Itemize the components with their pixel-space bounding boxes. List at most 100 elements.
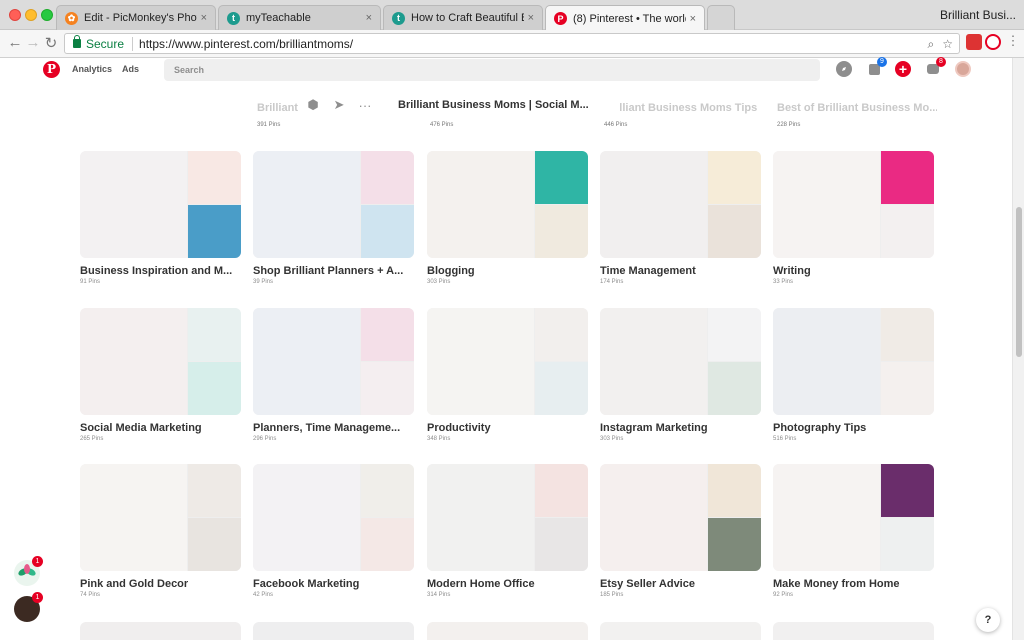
add-pin-button[interactable]: + [895,61,911,77]
tab-label: Edit - PicMonkey's Photo Edito [84,12,197,24]
board-card[interactable]: Writing 33 Pins [773,151,934,285]
board-title[interactable]: Pink and Gold Decor [80,578,240,590]
partial-board-cover[interactable] [600,622,761,640]
board-cover-image [881,464,934,517]
board-title[interactable]: Blogging [427,265,587,277]
board-cover[interactable] [600,308,761,415]
board-card[interactable]: Make Money from Home 92 Pins [773,464,934,598]
partial-board-cover[interactable] [427,622,588,640]
board-cover[interactable] [427,464,588,571]
url-input[interactable]: Secure https://www.pinterest.com/brillia… [64,33,960,54]
board-title[interactable]: Brilliant Business Moms | Social M... [398,99,589,111]
board-card[interactable]: Pink and Gold Decor 74 Pins [80,464,241,598]
close-tab-icon[interactable]: × [201,12,207,24]
board-title[interactable]: Shop Brilliant Planners + A... [253,265,413,277]
board-pin-count: 91 Pins [80,279,101,285]
board-cover[interactable] [427,308,588,415]
board-title[interactable]: Instagram Marketing [600,422,760,434]
close-tab-icon[interactable]: × [528,12,534,24]
board-title[interactable]: Business Inspiration and M... [80,265,240,277]
partial-board-cover[interactable] [80,622,241,640]
board-card[interactable]: Planners, Time Manageme... 296 Pins [253,308,414,442]
board-cover[interactable] [80,308,241,415]
board-cover[interactable] [80,464,241,571]
forward-arrow-icon[interactable]: → [24,34,42,51]
board-title[interactable]: Planners, Time Manageme... [253,422,413,434]
help-button[interactable]: ? [976,608,1000,632]
boards-icon[interactable]: 9 [866,57,887,77]
ads-link[interactable]: Ads [122,64,139,74]
partial-board-cover[interactable] [773,622,934,640]
explore-compass-icon[interactable] [836,61,852,77]
minimize-window-button[interactable] [25,9,37,21]
settings-hexagon-icon[interactable]: ⬢ [300,97,326,113]
extension-icon[interactable] [966,34,982,50]
reload-icon[interactable]: ↻ [42,34,60,52]
board-card[interactable]: Instagram Marketing 303 Pins [600,308,761,442]
board-title[interactable]: Etsy Seller Advice [600,578,760,590]
board-title[interactable]: Writing [773,265,933,277]
board-title[interactable]: Productivity [427,422,587,434]
back-arrow-icon[interactable]: ← [6,34,24,51]
board-card[interactable]: Blogging 303 Pins [427,151,588,285]
board-title[interactable]: Brilliant Business Moms Tips [604,102,757,114]
browser-tab-picmonkey[interactable]: ✿ Edit - PicMonkey's Photo Edito × [56,5,216,30]
close-tab-icon[interactable]: × [690,13,696,25]
new-tab-button[interactable] [707,5,735,30]
pinterest-extension-icon[interactable] [985,34,1001,50]
page-scrollbar[interactable] [1012,58,1024,640]
zoom-window-button[interactable] [41,9,53,21]
bookmark-star-icon[interactable]: ☆ [942,37,953,52]
board-cover[interactable] [600,151,761,258]
board-title[interactable]: Social Media Marketing [80,422,240,434]
board-card[interactable]: Modern Home Office 314 Pins [427,464,588,598]
board-card[interactable]: Shop Brilliant Planners + A... 39 Pins [253,151,414,285]
board-title[interactable]: Best of Brilliant Business Mo... [777,102,937,114]
board-cover[interactable] [253,308,414,415]
board-cover[interactable] [253,151,414,258]
board-cover[interactable] [80,151,241,258]
close-window-button[interactable] [9,9,21,21]
analytics-link[interactable]: Analytics [72,64,112,74]
chrome-profile-name[interactable]: Brilliant Busi... [940,8,1016,22]
board-card[interactable]: Time Management 174 Pins [600,151,761,285]
board-title[interactable]: Photography Tips [773,422,933,434]
partial-board-cover[interactable] [253,622,414,640]
board-title[interactable]: Time Management [600,265,760,277]
browser-tab-myteachable[interactable]: t myTeachable × [218,5,381,30]
board-pin-count: 185 Pins [600,592,624,598]
board-card[interactable]: Photography Tips 516 Pins [773,308,934,442]
board-cover-image [253,464,360,571]
browser-tab-pinterest[interactable]: P (8) Pinterest • The world's cat × [545,5,705,31]
search-input[interactable]: Search [164,59,820,81]
chrome-menu-icon[interactable]: ⋮ [1004,33,1022,49]
board-card[interactable]: Business Inspiration and M... 91 Pins [80,151,241,285]
board-cover[interactable] [773,151,934,258]
avatar[interactable] [955,61,971,77]
scrollbar-thumb[interactable] [1016,207,1022,357]
board-title[interactable]: Modern Home Office [427,578,587,590]
board-card[interactable]: Productivity 348 Pins [427,308,588,442]
board-cover-image [361,362,414,415]
board-cover[interactable] [600,464,761,571]
close-tab-icon[interactable]: × [366,12,372,24]
board-cover[interactable] [427,151,588,258]
send-icon[interactable]: ➤ [326,97,352,113]
more-options-icon[interactable]: ··· [352,98,378,113]
board-card[interactable]: Etsy Seller Advice 185 Pins [600,464,761,598]
board-cover[interactable] [253,464,414,571]
messages-icon[interactable]: 8 [925,57,946,77]
board-pin-count: 33 Pins [773,279,794,285]
board-cover-image [188,151,241,204]
board-cover-image [427,308,534,415]
board-card[interactable]: Facebook Marketing 42 Pins [253,464,414,598]
board-title[interactable]: Make Money from Home [773,578,933,590]
board-title[interactable]: Facebook Marketing [253,578,413,590]
pinterest-logo-icon[interactable]: P [43,61,60,78]
board-card[interactable]: Social Media Marketing 265 Pins [80,308,241,442]
browser-tab-craft-board[interactable]: t How to Craft Beautiful Board C × [383,5,543,30]
board-cover[interactable] [773,464,934,571]
board-cover-image [600,151,707,258]
zoom-icon[interactable]: ⌕ [928,37,935,52]
board-cover[interactable] [773,308,934,415]
